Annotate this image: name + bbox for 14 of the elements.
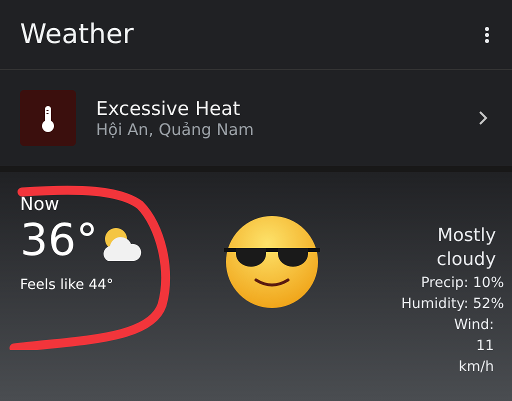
- weather-detail: Wind: 11 km/h: [453, 316, 495, 377]
- app-title: Weather: [20, 19, 134, 50]
- weather-detail: Humidity: 52%: [401, 294, 504, 314]
- now-label: Now: [20, 194, 60, 215]
- condition: Mostly cloudy: [436, 224, 497, 272]
- thermometer-icon: [20, 90, 76, 146]
- sunglasses-emoji-icon: [224, 214, 320, 310]
- temperature: 36°: [20, 217, 98, 266]
- chevron-right-icon: [478, 110, 488, 126]
- feels-like: Feels like 44°: [20, 277, 114, 294]
- weather-detail: Precip: 10%: [420, 274, 504, 293]
- more-options-icon[interactable]: [484, 26, 490, 44]
- alert-title: Excessive Heat: [96, 98, 242, 120]
- alert-location: Hội An, Quảng Nam: [96, 120, 255, 138]
